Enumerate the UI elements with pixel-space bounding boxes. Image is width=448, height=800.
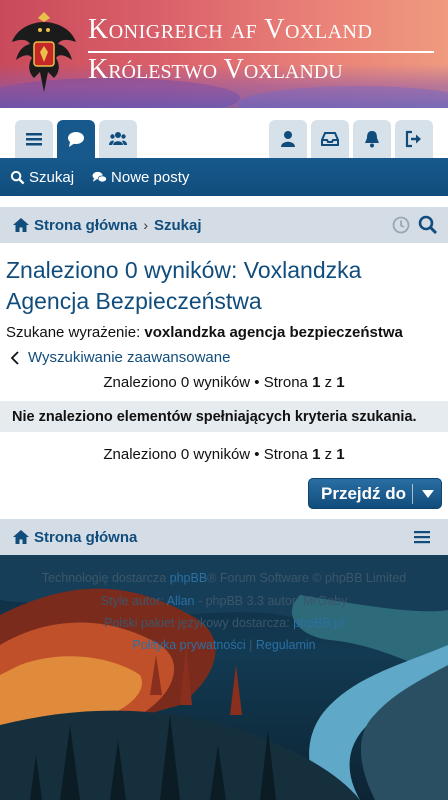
bell-icon <box>365 131 379 148</box>
search-link-label: Szukaj <box>29 168 75 186</box>
comments-icon <box>92 171 107 182</box>
user-icon <box>281 131 295 147</box>
notifications-button[interactable] <box>353 120 391 158</box>
footer-text: Polski pakiet językowy dostarcza: <box>104 616 290 630</box>
menu-icon[interactable] <box>414 529 430 545</box>
footer-powered-by: Technologię dostarcza phpBB® Forum Softw… <box>0 571 448 585</box>
pagination-of: z <box>324 374 333 391</box>
phpbb-pl-link[interactable]: phpBB.pl <box>293 616 344 630</box>
page-title: Znaleziono 0 wyników: Voxlandzka Agencja… <box>6 257 362 314</box>
inbox-icon <box>321 132 339 146</box>
breadcrumb: Strona główna › Szukaj <box>0 207 448 243</box>
footer-navbar: Strona główna <box>0 519 448 555</box>
terms-link[interactable]: Regulamin <box>256 638 316 652</box>
footer-separator: | <box>249 638 253 652</box>
breadcrumb-home-link[interactable]: Strona główna <box>12 217 137 234</box>
page-footer: Technologię dostarcza phpBB® Forum Softw… <box>0 555 448 800</box>
profile-button[interactable] <box>269 120 307 158</box>
footer-text: ® Forum Software © phpBB Limited <box>207 571 407 585</box>
pagination-total-pages: 1 <box>336 446 345 463</box>
site-banner[interactable]: Konigreich af Voxland Królestwo Voxlandu <box>0 0 448 108</box>
pagination-bottom: Znaleziono 0 wyników • Strona 1 z 1 <box>0 446 448 463</box>
pagination-current-page: 1 <box>312 446 321 463</box>
advanced-search-label: Wyszukiwanie zaawansowane <box>28 349 231 366</box>
banner-title-line1: Konigreich af Voxland <box>88 14 373 45</box>
search-query-value: voxlandzka agencja bezpieczeństwa <box>144 324 403 341</box>
pagination-text: Znaleziono 0 wyników • Strona <box>103 374 308 391</box>
pagination-top: Znaleziono 0 wyników • Strona 1 z 1 <box>0 374 448 391</box>
search-link[interactable]: Szukaj <box>10 169 74 186</box>
footer-language-credit: Polski pakiet językowy dostarcza: phpBB.… <box>0 616 448 630</box>
logout-icon <box>405 130 421 148</box>
quick-links-bar: Szukaj Nowe posty <box>0 158 448 196</box>
footer-text: Style autor: <box>100 594 164 608</box>
caret-down-icon <box>422 490 434 498</box>
privacy-policy-link[interactable]: Polityka prywatności <box>132 638 245 652</box>
home-icon <box>13 530 29 544</box>
logout-button[interactable] <box>395 120 433 158</box>
home-icon <box>13 218 29 232</box>
users-icon <box>109 132 127 145</box>
chevron-left-icon <box>10 350 19 365</box>
search-query-line: Szukane wyrażenie: voxlandzka agencja be… <box>6 324 403 341</box>
icon-toolbar <box>0 108 448 158</box>
jump-to-button[interactable]: Przejdź do <box>308 478 442 509</box>
users-button[interactable] <box>99 120 137 158</box>
chat-button[interactable] <box>57 120 95 158</box>
chevron-right-icon: › <box>143 217 149 233</box>
pagination-current-page: 1 <box>312 374 321 391</box>
search-query-label: Szukane wyrażenie: <box>6 324 141 341</box>
footer-home-link[interactable]: Strona główna <box>12 529 137 546</box>
new-posts-label: Nowe posty <box>111 168 190 186</box>
eagle-crest-icon <box>12 12 76 92</box>
no-results-notice: Nie znaleziono elementów spełniających k… <box>0 401 448 432</box>
footer-home-label: Strona główna <box>34 528 138 546</box>
footer-text: - phpBB 3.3 autor: MrGaby <box>197 594 348 608</box>
search-icon[interactable] <box>418 215 438 235</box>
pagination-text: Znaleziono 0 wyników • Strona <box>103 446 308 463</box>
menu-button[interactable] <box>15 120 53 158</box>
footer-text: Technologię dostarcza <box>41 571 167 585</box>
footer-policy-links: Polityka prywatności | Regulamin <box>0 638 448 652</box>
search-icon <box>10 170 25 184</box>
banner-title-line2: Królestwo Voxlandu <box>88 54 343 85</box>
pagination-total-pages: 1 <box>336 374 345 391</box>
breadcrumb-search-link[interactable]: Szukaj <box>154 217 202 234</box>
banner-divider <box>88 51 434 53</box>
footer-style-credit: Style autor: Allan - phpBB 3.3 autor: Mr… <box>0 594 448 608</box>
breadcrumb-home-label: Strona główna <box>34 216 138 234</box>
new-posts-link[interactable]: Nowe posty <box>92 169 189 186</box>
phpbb-link[interactable]: phpBB <box>170 571 208 585</box>
chat-icon <box>68 132 84 147</box>
pagination-of: z <box>324 446 333 463</box>
footer-landscape-illustration <box>0 555 448 800</box>
menu-icon <box>26 133 42 146</box>
advanced-search-link[interactable]: Wyszukiwanie zaawansowane <box>10 349 230 366</box>
clock-icon[interactable] <box>392 216 410 234</box>
inbox-button[interactable] <box>311 120 349 158</box>
style-author-link[interactable]: Allan <box>167 594 195 608</box>
button-divider <box>412 484 413 504</box>
jump-to-label: Przejdź do <box>321 483 407 503</box>
